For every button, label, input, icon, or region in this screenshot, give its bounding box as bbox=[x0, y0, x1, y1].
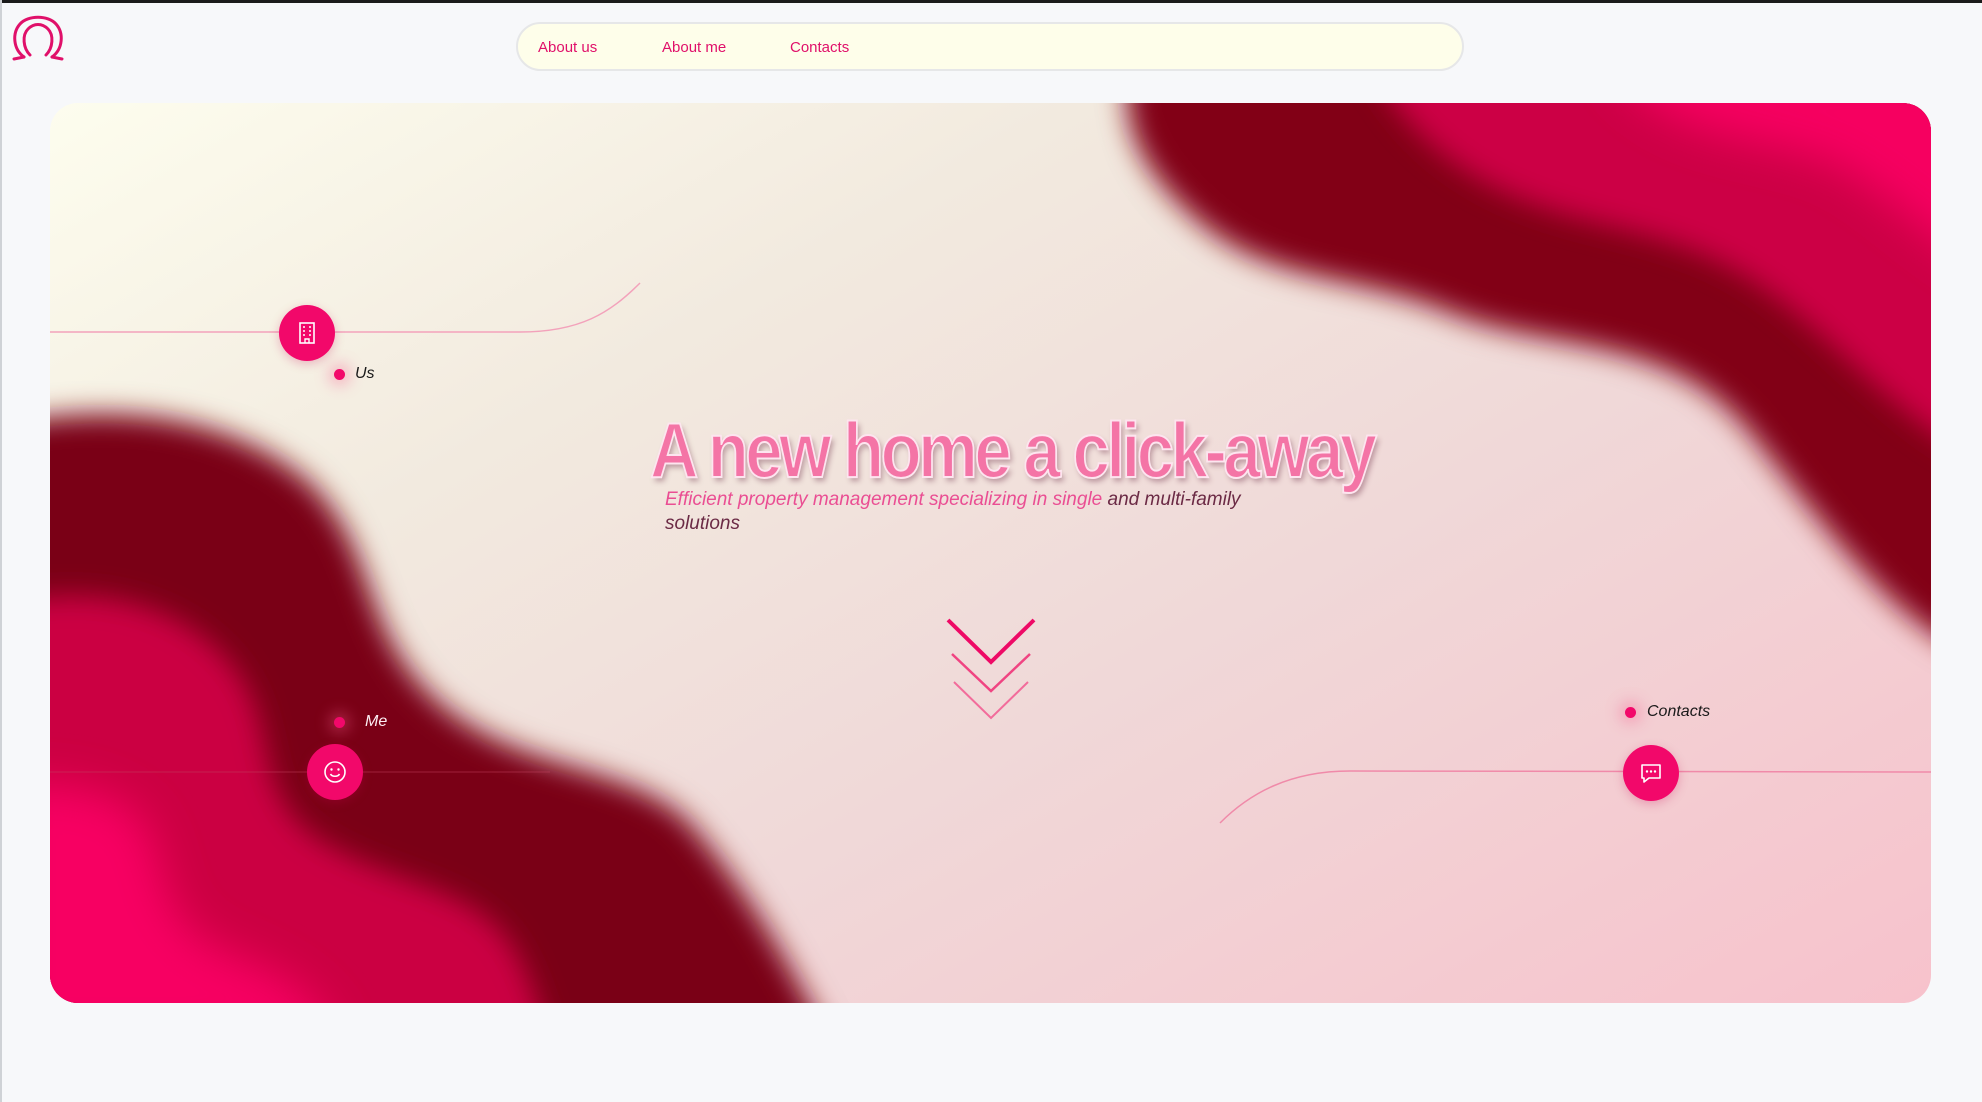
me-node-button[interactable] bbox=[307, 744, 363, 800]
contacts-node-button[interactable] bbox=[1623, 745, 1679, 801]
nav-about-us[interactable]: About us bbox=[538, 39, 597, 56]
contacts-dot bbox=[1625, 707, 1636, 718]
nav-about-me[interactable]: About me bbox=[662, 39, 726, 56]
me-dot bbox=[334, 717, 345, 728]
us-node-button[interactable] bbox=[279, 305, 335, 361]
nav-contacts[interactable]: Contacts bbox=[790, 39, 849, 56]
horseshoe-logo-icon[interactable] bbox=[10, 13, 66, 63]
triple-chevron-down-icon[interactable] bbox=[943, 618, 1043, 738]
window-left-border bbox=[0, 0, 2, 1102]
smiley-icon bbox=[324, 761, 346, 783]
hero-wave-background bbox=[50, 103, 1931, 1003]
building-icon bbox=[299, 322, 315, 344]
hero-section: A new home a click-away Efficient proper… bbox=[50, 103, 1931, 1003]
hero-title: A new home a click-away bbox=[649, 406, 1378, 494]
top-nav-bar: About us About me Contacts bbox=[516, 22, 1464, 71]
hero-subtitle-main: Efficient property management specializi… bbox=[665, 489, 1108, 510]
us-label: Us bbox=[355, 365, 375, 382]
hero-subtitle: Efficient property management specializi… bbox=[665, 488, 1285, 536]
contacts-label: Contacts bbox=[1647, 703, 1711, 720]
me-label: Me bbox=[365, 713, 388, 730]
chat-bubble-icon bbox=[1641, 764, 1661, 783]
us-dot bbox=[334, 369, 345, 380]
window-top-border bbox=[0, 0, 1982, 3]
